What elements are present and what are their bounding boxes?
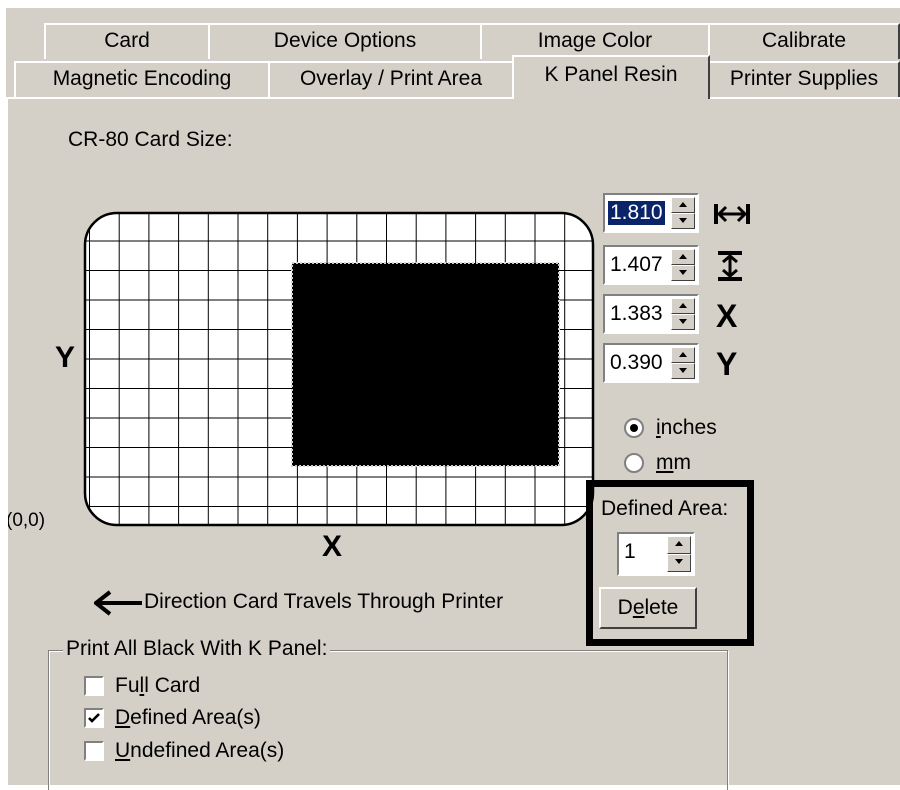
tab-printer-supplies[interactable]: Printer Supplies bbox=[708, 61, 900, 97]
tab-calibrate[interactable]: Calibrate bbox=[708, 23, 900, 59]
tab-overlay-print-area[interactable]: Overlay / Print Area bbox=[268, 61, 514, 97]
tab-k-panel-resin[interactable]: K Panel Resin bbox=[512, 55, 710, 99]
active-tab-joint bbox=[514, 95, 708, 101]
tab-device-options[interactable]: Device Options bbox=[208, 23, 482, 59]
panel-border bbox=[6, 97, 900, 785]
tab-image-color[interactable]: Image Color bbox=[480, 23, 710, 59]
tab-card[interactable]: Card bbox=[44, 23, 210, 59]
tab-magnetic-encoding[interactable]: Magnetic Encoding bbox=[14, 61, 270, 97]
